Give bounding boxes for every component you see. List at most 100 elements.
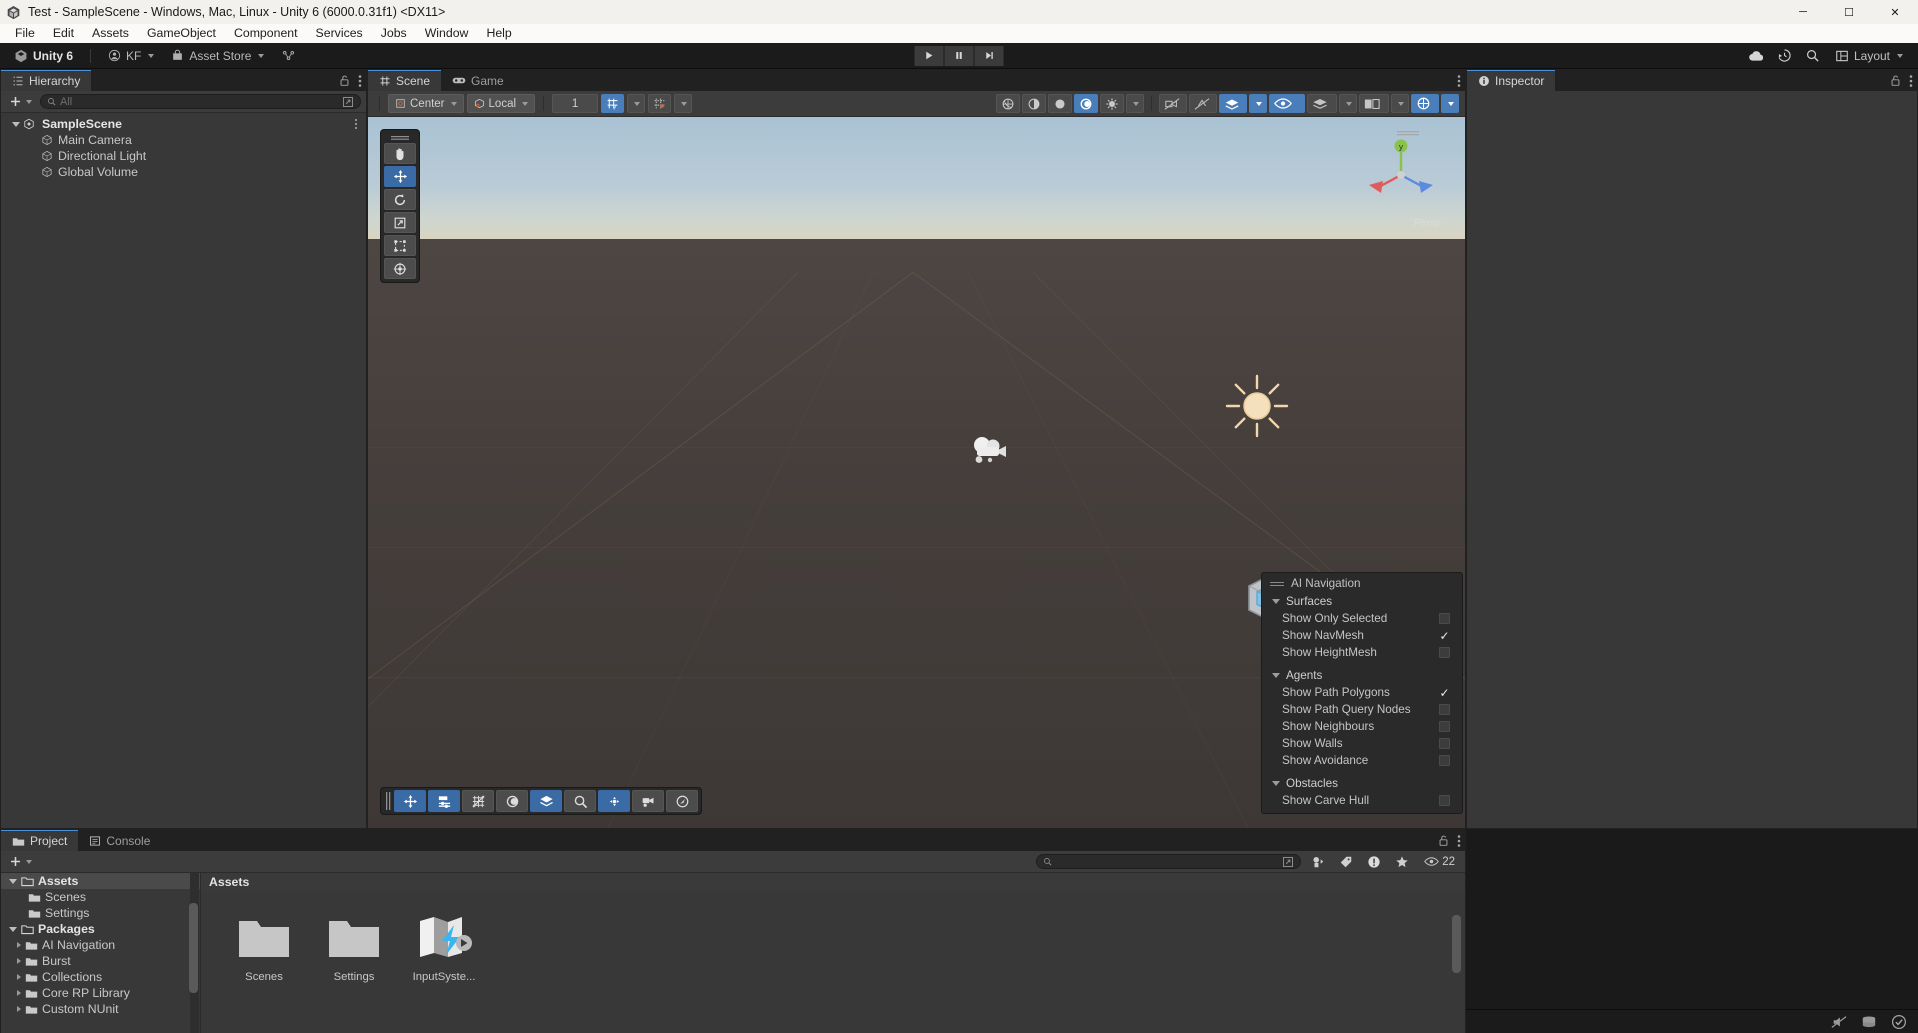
rotate-tool-button[interactable] [384, 189, 416, 210]
cloud-button[interactable] [1744, 45, 1770, 67]
scene-viewport[interactable]: y Persp AI Navigation Surfaces Show Only… [368, 117, 1465, 828]
show-avoidance-checkbox[interactable] [1439, 755, 1450, 766]
scene-camera-button[interactable] [632, 790, 664, 812]
expand-triangle-icon[interactable] [17, 1006, 21, 1012]
tree-row-custom-nunit[interactable]: Custom NUnit [1, 1001, 200, 1017]
ainav-row-show-only-selected[interactable]: Show Only Selected [1262, 610, 1462, 627]
menu-component[interactable]: Component [225, 24, 307, 43]
scene-transform-overlay-button[interactable] [598, 790, 630, 812]
project-favorites-button[interactable] [1391, 852, 1413, 871]
project-filter-type-button[interactable] [1307, 852, 1329, 871]
show-carve-hull-checkbox[interactable] [1439, 795, 1450, 806]
scale-tool-button[interactable] [384, 212, 416, 233]
close-button[interactable]: ✕ [1872, 0, 1918, 24]
tree-row-packages[interactable]: Packages [1, 921, 200, 937]
ainav-row-show-path-query-nodes[interactable]: Show Path Query Nodes [1262, 701, 1462, 718]
hierarchy-row-main-camera[interactable]: Main Camera [1, 132, 366, 148]
show-navmesh-checkbox[interactable]: ✓ [1439, 630, 1450, 642]
lock-icon[interactable] [1438, 834, 1449, 847]
project-visible-count[interactable]: 22 [1419, 856, 1460, 868]
project-menu-icon[interactable] [1457, 834, 1461, 848]
lock-icon[interactable] [339, 74, 350, 87]
scene-zoom-button[interactable] [564, 790, 596, 812]
project-warnings-button[interactable] [1363, 852, 1385, 871]
snap-increment-dropdown[interactable] [674, 94, 693, 113]
hierarchy-row-samplescene[interactable]: SampleScene [1, 116, 366, 132]
tab-console[interactable]: Console [78, 830, 162, 851]
expand-triangle-icon[interactable] [17, 958, 21, 964]
transform-tool-button[interactable] [384, 258, 416, 279]
scene-layers-button[interactable] [1307, 94, 1337, 113]
move-tool-button[interactable] [384, 166, 416, 187]
ainav-row-show-carve-hull[interactable]: Show Carve Hull [1262, 792, 1462, 809]
tree-row-ai-navigation[interactable]: AI Navigation [1, 937, 200, 953]
expand-triangle-icon[interactable] [9, 926, 17, 932]
hierarchy-search-input[interactable]: All [40, 94, 361, 109]
project-add-button[interactable] [6, 855, 35, 868]
main-camera-gizmo[interactable] [968, 435, 1010, 469]
menu-gameobject[interactable]: GameObject [138, 24, 225, 43]
scene-overlay-menu-button[interactable] [1411, 94, 1439, 113]
tree-scrollbar[interactable] [189, 873, 199, 1033]
asset-grid-scrollbar[interactable] [1452, 893, 1463, 1023]
hand-tool-button[interactable] [384, 143, 416, 164]
expand-triangle-icon[interactable] [17, 990, 21, 996]
layout-button[interactable]: Layout [1828, 45, 1910, 66]
ainav-row-show-path-polygons[interactable]: Show Path Polygons ✓ [1262, 684, 1462, 701]
inspector-menu-icon[interactable] [1909, 74, 1913, 88]
pause-button[interactable] [944, 45, 974, 66]
account-button[interactable]: KF [102, 46, 160, 66]
ainav-row-show-heightmesh[interactable]: Show HeightMesh [1262, 644, 1462, 661]
tab-project[interactable]: Project [1, 830, 79, 851]
grid-snap-toggle[interactable]: y [601, 94, 625, 113]
version-control-button[interactable] [275, 46, 302, 66]
scene-fx-dropdown[interactable] [1126, 94, 1144, 113]
scene-layers-overlay-button[interactable] [530, 790, 562, 812]
scene-lighting-button[interactable] [1048, 94, 1072, 113]
ainav-row-show-navmesh[interactable]: Show NavMesh ✓ [1262, 627, 1462, 644]
show-path-query-nodes-checkbox[interactable] [1439, 704, 1450, 715]
search-button[interactable] [1800, 45, 1826, 67]
asset-item-scenes[interactable]: Scenes [227, 909, 301, 983]
grid-snap-dropdown[interactable] [627, 94, 646, 113]
menu-file[interactable]: File [6, 24, 44, 43]
tree-row-settings[interactable]: Settings [1, 905, 200, 921]
expand-triangle-icon[interactable] [12, 121, 20, 127]
tab-inspector[interactable]: Inspector [1467, 70, 1556, 91]
overlay-drag-handle[interactable] [384, 134, 416, 141]
tab-game[interactable]: Game [441, 70, 515, 91]
history-button[interactable] [1772, 45, 1798, 67]
overlay-drag-handle[interactable] [384, 791, 392, 811]
menu-jobs[interactable]: Jobs [372, 24, 416, 43]
tab-hierarchy[interactable]: Hierarchy [1, 70, 92, 91]
scene-splitview-dropdown[interactable] [1391, 94, 1409, 113]
show-path-polygons-checkbox[interactable]: ✓ [1439, 687, 1450, 699]
expand-triangle-icon[interactable] [9, 878, 17, 884]
snap-increment-toggle[interactable] [648, 94, 672, 113]
scene-2d-button[interactable] [1022, 94, 1046, 113]
lock-icon[interactable] [1890, 74, 1901, 87]
scene-fx-button[interactable] [1100, 94, 1124, 113]
ainav-row-show-walls[interactable]: Show Walls [1262, 735, 1462, 752]
hierarchy-add-button[interactable] [6, 95, 35, 108]
tree-row-collections[interactable]: Collections [1, 969, 200, 985]
step-button[interactable] [974, 45, 1004, 66]
scene-audio-button[interactable] [1074, 94, 1098, 113]
maximize-button[interactable]: ☐ [1826, 0, 1872, 24]
ainav-section-obstacles[interactable]: Obstacles [1262, 774, 1462, 792]
asset-store-button[interactable]: Asset Store [165, 46, 270, 66]
scene-layers-dropdown[interactable] [1339, 94, 1357, 113]
show-heightmesh-checkbox[interactable] [1439, 647, 1450, 658]
tree-row-core-rp-library[interactable]: Core RP Library [1, 985, 200, 1001]
show-neighbours-checkbox[interactable] [1439, 721, 1450, 732]
menu-window[interactable]: Window [416, 24, 478, 43]
asset-item-settings[interactable]: Settings [317, 909, 391, 983]
tree-row-scenes[interactable]: Scenes [1, 889, 200, 905]
scene-grid-visibility-button[interactable] [462, 790, 494, 812]
asset-item-inputsystem[interactable]: InputSyste... [407, 909, 481, 983]
tree-row-assets[interactable]: Assets [1, 873, 200, 889]
menu-assets[interactable]: Assets [83, 24, 138, 43]
scene-orientation-gizmo[interactable]: y [1359, 133, 1443, 217]
minimize-button[interactable]: ─ [1780, 0, 1826, 24]
show-walls-checkbox[interactable] [1439, 738, 1450, 749]
